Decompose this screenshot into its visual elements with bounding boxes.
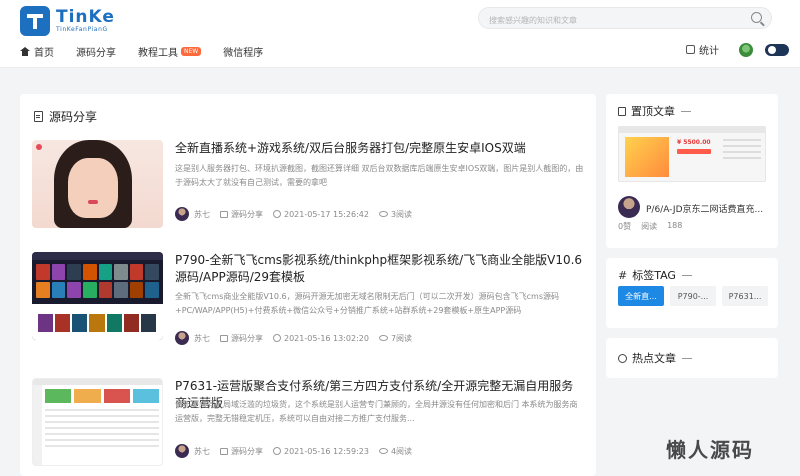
new-badge: NEW bbox=[181, 47, 202, 56]
top-post-author-avatar[interactable] bbox=[618, 196, 640, 218]
post-date: 2021-05-17 15:26:42 bbox=[284, 209, 369, 219]
post-thumbnail[interactable] bbox=[32, 378, 163, 466]
folder-icon bbox=[220, 447, 228, 455]
watermark: 懒人源码 bbox=[666, 438, 754, 462]
top-post-thumbnail[interactable]: ¥ 5500.00 bbox=[618, 126, 766, 182]
hash-icon: # bbox=[618, 268, 628, 282]
sidebar-heading: 热点文章 bbox=[618, 350, 692, 366]
eye-icon bbox=[378, 211, 388, 217]
search-input[interactable] bbox=[479, 10, 729, 31]
site-logo[interactable]: TinKe TinKeFanPianG bbox=[20, 6, 115, 36]
nav-right: 统计 bbox=[686, 42, 789, 57]
post-views: 3阅读 bbox=[390, 209, 413, 219]
post-meta: 苏七 源码分享 2021-05-17 15:26:42 3阅读 bbox=[175, 207, 422, 221]
theme-toggle[interactable] bbox=[765, 43, 789, 56]
document-icon bbox=[34, 111, 43, 122]
tag-item[interactable]: P790-... bbox=[670, 286, 716, 306]
post-title[interactable]: 全新直播系统+游戏系统/双后台服务器打包/完整原生安卓IOS双端 bbox=[175, 140, 585, 157]
stats-icon bbox=[686, 45, 695, 54]
folder-icon bbox=[220, 210, 228, 218]
top-post-stats: 0赞 阅读 188 bbox=[618, 221, 692, 232]
post-thumbnail[interactable] bbox=[32, 252, 163, 340]
sidebar-tags: # 标签TAG 全新直... P790-... P7631... bbox=[606, 258, 778, 328]
post-author[interactable]: 苏七 bbox=[194, 333, 210, 344]
post-category: 源码分享 bbox=[231, 446, 263, 456]
author-avatar[interactable] bbox=[175, 444, 189, 458]
sidebar-top-posts: 置顶文章 ¥ 5500.00 P/6/A-JD京东二网话费直充... 0赞 阅读… bbox=[606, 94, 778, 248]
top-post-title[interactable]: P/6/A-JD京东二网话费直充... bbox=[646, 202, 770, 215]
logo-title: TinKe bbox=[56, 7, 115, 27]
sidebar-heading: 置顶文章 bbox=[618, 103, 691, 119]
top-post-views: 阅读 bbox=[641, 222, 658, 231]
post-author[interactable]: 苏七 bbox=[194, 446, 210, 457]
site-header: TinKe TinKeFanPianG 首页 源码分享 教程工具 NEW 微信程… bbox=[0, 0, 800, 68]
section-title: 源码分享 bbox=[34, 108, 97, 125]
author-avatar[interactable] bbox=[175, 331, 189, 345]
post-title[interactable]: P790-全新飞飞cms影视系统/thinkphp框架影视系统/飞飞商业全能版V… bbox=[175, 252, 585, 286]
sidebar-heading: # 标签TAG bbox=[618, 267, 692, 283]
nav-item-home[interactable]: 首页 bbox=[20, 44, 54, 59]
folder-icon bbox=[220, 334, 228, 342]
logo-icon bbox=[20, 6, 50, 36]
post-excerpt: 请不要乘同上局域泛滥的垃圾货，这个系统是别人运营专门兼顾的，全局并源没有任何加密… bbox=[175, 400, 578, 423]
pin-icon bbox=[618, 106, 626, 116]
post-excerpt: 全新飞飞cms商业全能版V10.6，源码开源无加密无域名限制无后门（可以二次开发… bbox=[175, 292, 559, 315]
clock-icon bbox=[273, 210, 281, 218]
post-category: 源码分享 bbox=[231, 333, 263, 343]
post-views: 4阅读 bbox=[390, 446, 413, 456]
post-views: 7阅读 bbox=[390, 333, 413, 343]
clock-icon bbox=[273, 334, 281, 342]
search-icon[interactable] bbox=[751, 12, 762, 23]
post-category: 源码分享 bbox=[231, 209, 263, 219]
nav-item-source-share[interactable]: 源码分享 bbox=[76, 44, 116, 59]
sidebar-hot-posts: 热点文章 bbox=[606, 338, 778, 378]
author-avatar[interactable] bbox=[175, 207, 189, 221]
top-post-count: 188 bbox=[667, 221, 683, 230]
post-excerpt: 这是别人服务器打包、环境扒源截图，截图还算详细 双后台双数据库后端原生安卓IOS… bbox=[175, 164, 584, 187]
post-meta: 苏七 源码分享 2021-05-16 12:59:23 4阅读 bbox=[175, 444, 422, 458]
tag-item[interactable]: 全新直... bbox=[618, 286, 664, 306]
top-post-likes: 0赞 bbox=[618, 222, 632, 231]
post-list-panel: 源码分享 全新直播系统+游戏系统/双后台服务器打包/完整原生安卓IOS双端 这是… bbox=[20, 94, 596, 476]
fire-icon bbox=[618, 353, 627, 363]
logo-subtitle: TinKeFanPianG bbox=[56, 26, 108, 33]
top-post-price: ¥ 5500.00 bbox=[677, 139, 711, 146]
nav-item-wechat-program[interactable]: 微信程序 bbox=[223, 44, 263, 59]
user-avatar[interactable] bbox=[739, 42, 753, 57]
post-author[interactable]: 苏七 bbox=[194, 209, 210, 220]
tag-list: 全新直... P790-... P7631... bbox=[618, 286, 774, 306]
search-box bbox=[478, 7, 772, 31]
post-meta: 苏七 源码分享 2021-05-16 13:02:20 7阅读 bbox=[175, 331, 422, 345]
post-date: 2021-05-16 13:02:20 bbox=[284, 333, 369, 343]
nav-item-tutorial-tools[interactable]: 教程工具 NEW bbox=[138, 44, 202, 59]
home-icon bbox=[20, 47, 30, 56]
stats-link[interactable]: 统计 bbox=[699, 42, 719, 57]
post-date: 2021-05-16 12:59:23 bbox=[284, 446, 369, 456]
eye-icon bbox=[378, 335, 388, 341]
main-nav: 首页 源码分享 教程工具 NEW 微信程序 bbox=[20, 44, 285, 59]
tag-item[interactable]: P7631... bbox=[722, 286, 768, 306]
clock-icon bbox=[273, 447, 281, 455]
post-thumbnail[interactable] bbox=[32, 140, 163, 228]
eye-icon bbox=[378, 448, 388, 454]
